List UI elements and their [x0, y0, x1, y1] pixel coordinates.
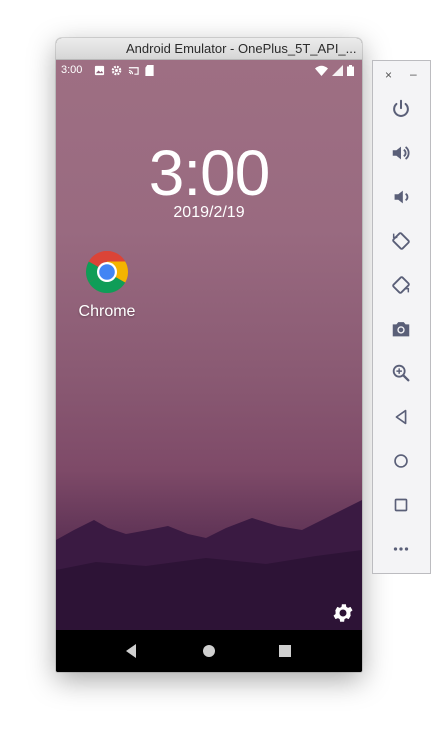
status-system-icons — [315, 64, 354, 76]
recents-icon[interactable] — [275, 641, 295, 661]
more-icon — [393, 547, 409, 551]
image-icon — [94, 65, 105, 75]
overview-icon — [394, 498, 408, 512]
cast-icon — [128, 66, 139, 75]
minimize-button[interactable]: – — [410, 67, 417, 81]
rotate-left-icon — [392, 232, 410, 250]
app-label: Chrome — [78, 303, 136, 320]
volume-down-button[interactable] — [387, 183, 415, 211]
signal-icon — [332, 64, 343, 76]
back-button[interactable] — [387, 403, 415, 431]
screenshot-button[interactable] — [387, 315, 415, 343]
close-button[interactable]: × — [385, 68, 392, 82]
back-icon — [395, 409, 407, 425]
lockscreen-clock: 3:00 — [148, 137, 271, 209]
sdcard-icon — [145, 64, 154, 76]
zoom-icon — [392, 364, 410, 382]
panel-window-controls: × – — [373, 67, 430, 83]
status-time: 3:00 — [61, 64, 83, 76]
volume-up-button[interactable] — [387, 139, 415, 167]
power-button[interactable] — [387, 95, 415, 123]
back-icon[interactable] — [121, 641, 141, 661]
volume-down-icon — [394, 190, 409, 204]
window-title: Android Emulator - OnePlus_5T_API_... — [126, 41, 357, 56]
emulator-control-panel: × – — [372, 60, 431, 574]
navigation-bar — [56, 630, 362, 672]
overview-button[interactable] — [387, 491, 415, 519]
app-chrome[interactable]: Chrome — [76, 250, 138, 321]
status-bar[interactable]: 3:00 — [56, 60, 362, 80]
rotate-right-button[interactable] — [387, 271, 415, 299]
emulator-window: Android Emulator - OnePlus_5T_API_... 3:… — [56, 38, 362, 672]
more-button[interactable] — [387, 535, 415, 563]
home-button[interactable] — [387, 447, 415, 475]
wifi-icon — [315, 65, 328, 76]
gear-icon — [111, 65, 122, 75]
battery-icon — [347, 64, 354, 76]
home-icon — [394, 454, 408, 468]
volume-up-icon — [392, 146, 410, 160]
rotate-right-icon — [392, 276, 410, 294]
window-titlebar[interactable]: Android Emulator - OnePlus_5T_API_... — [56, 38, 362, 60]
rotate-left-button[interactable] — [387, 227, 415, 255]
device-screen[interactable]: 3:00 3:00 2019/2/19 Chrome — [56, 60, 362, 630]
camera-icon — [392, 322, 410, 337]
settings-gear-icon[interactable] — [331, 601, 355, 625]
chrome-icon — [85, 250, 129, 294]
home-icon[interactable] — [199, 641, 219, 661]
lockscreen-date: 2019/2/19 — [173, 204, 245, 221]
status-notification-icons — [94, 64, 154, 76]
power-icon — [393, 99, 409, 117]
zoom-button[interactable] — [387, 359, 415, 387]
mountain-silhouette — [56, 500, 362, 630]
